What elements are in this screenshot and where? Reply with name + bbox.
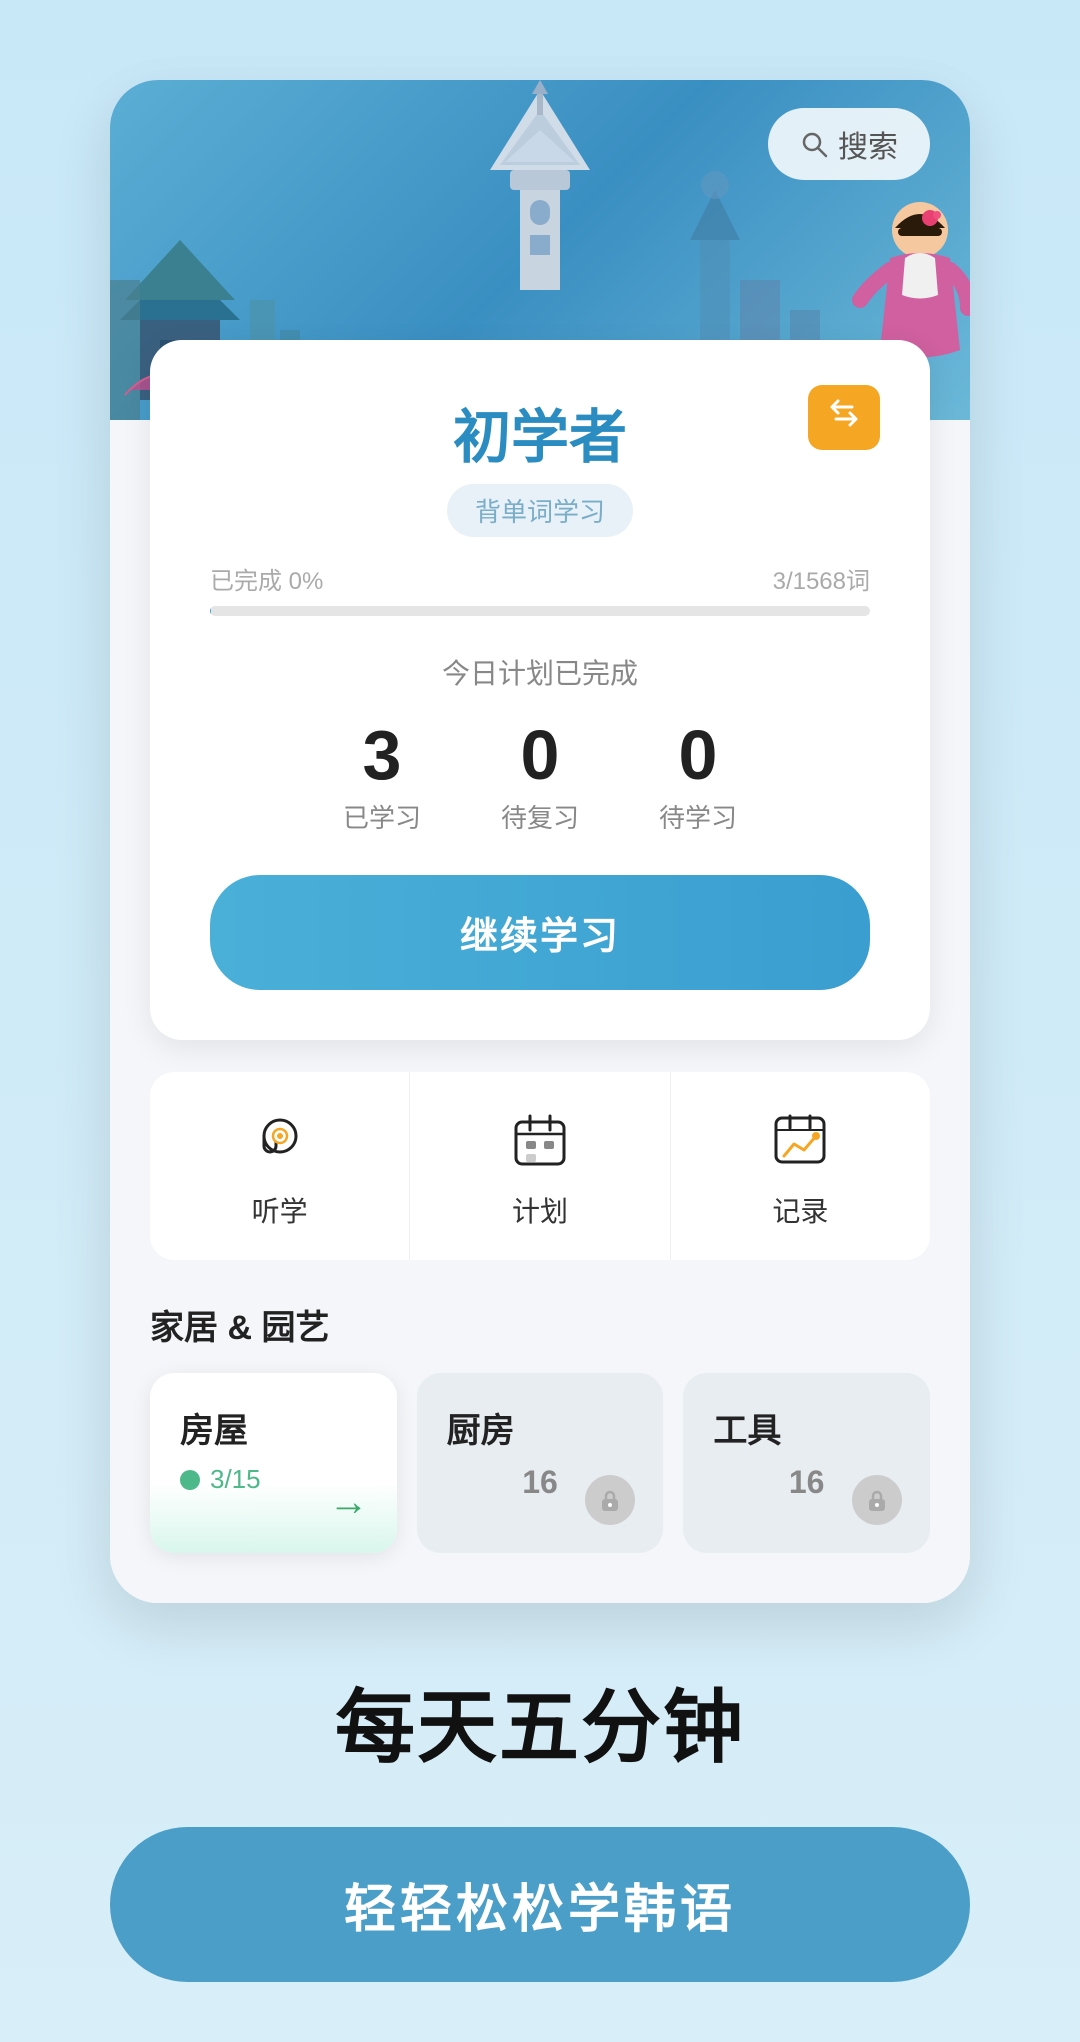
toolbar-record[interactable]: 记录 — [671, 1072, 930, 1260]
bottom-section: 每天五分钟 轻轻松松学韩语 — [0, 1603, 1080, 1982]
category-section: 家居 & 园艺 房屋 3/15 → 厨房 — [150, 1300, 930, 1553]
toolbar-plan-label: 计划 — [512, 1190, 568, 1230]
swap-icon — [826, 395, 862, 431]
stat-review-label: 待复习 — [501, 798, 579, 835]
stat-learned-label: 已学习 — [343, 798, 421, 835]
bottom-cta-button[interactable]: 轻轻松松学韩语 — [110, 1827, 970, 1982]
progress-bar-track — [210, 606, 870, 616]
page-wrapper: 搜索 — [0, 0, 1080, 2042]
study-title: 初学者 — [453, 390, 627, 474]
stat-review-number: 0 — [501, 720, 579, 790]
stat-pending: 0 待学习 — [659, 720, 737, 835]
category-row: 房屋 3/15 → 厨房 16 — [150, 1373, 930, 1553]
study-tag: 背单词学习 — [447, 484, 633, 537]
stats-row: 3 已学习 0 待复习 0 待学习 — [210, 720, 870, 835]
phone-card: 搜索 — [110, 80, 970, 1603]
lock-icon-kitchen — [585, 1475, 635, 1525]
continue-button[interactable]: 继续学习 — [210, 875, 870, 990]
progress-right: 3/1568词 — [773, 561, 870, 596]
today-plan-label: 今日计划已完成 — [210, 652, 870, 692]
toolbar-listen[interactable]: 听学 — [150, 1072, 410, 1260]
content-area: 初学者 背单词学习 已完成 0% 3/1568词 — [110, 340, 970, 1603]
toolbar-listen-label: 听学 — [252, 1190, 308, 1230]
level-badge — [808, 385, 880, 450]
icon-toolbar: 听学 计划 — [150, 1072, 930, 1260]
category-card-kitchen[interactable]: 厨房 16 — [417, 1373, 664, 1553]
lock-icon — [597, 1487, 623, 1513]
cat-name-tools: 工具 — [713, 1403, 900, 1452]
headphone-icon — [248, 1108, 312, 1172]
cat-name-house: 房屋 — [180, 1403, 367, 1452]
category-card-tools[interactable]: 工具 16 — [683, 1373, 930, 1553]
pagoda-icon — [430, 80, 650, 290]
stat-pending-number: 0 — [659, 720, 737, 790]
cat-arrow: → — [329, 1480, 369, 1525]
toolbar-record-label: 记录 — [772, 1190, 828, 1230]
study-card: 初学者 背单词学习 已完成 0% 3/1568词 — [150, 340, 930, 1040]
chart-icon — [768, 1108, 832, 1172]
stat-learned: 3 已学习 — [343, 720, 421, 835]
stat-learned-number: 3 — [343, 720, 421, 790]
stat-pending-label: 待学习 — [659, 798, 737, 835]
stat-review: 0 待复习 — [501, 720, 579, 835]
bottom-title: 每天五分钟 — [335, 1663, 745, 1779]
progress-left: 已完成 0% — [210, 561, 323, 596]
cat-name-kitchen: 厨房 — [447, 1403, 634, 1452]
toolbar-plan[interactable]: 计划 — [410, 1072, 670, 1260]
progress-bar-fill — [210, 606, 211, 616]
category-card-house[interactable]: 房屋 3/15 → — [150, 1373, 397, 1553]
calendar-icon — [508, 1108, 572, 1172]
lock-icon-tools — [852, 1475, 902, 1525]
category-header: 家居 & 园艺 — [150, 1300, 930, 1349]
lock-icon — [864, 1487, 890, 1513]
